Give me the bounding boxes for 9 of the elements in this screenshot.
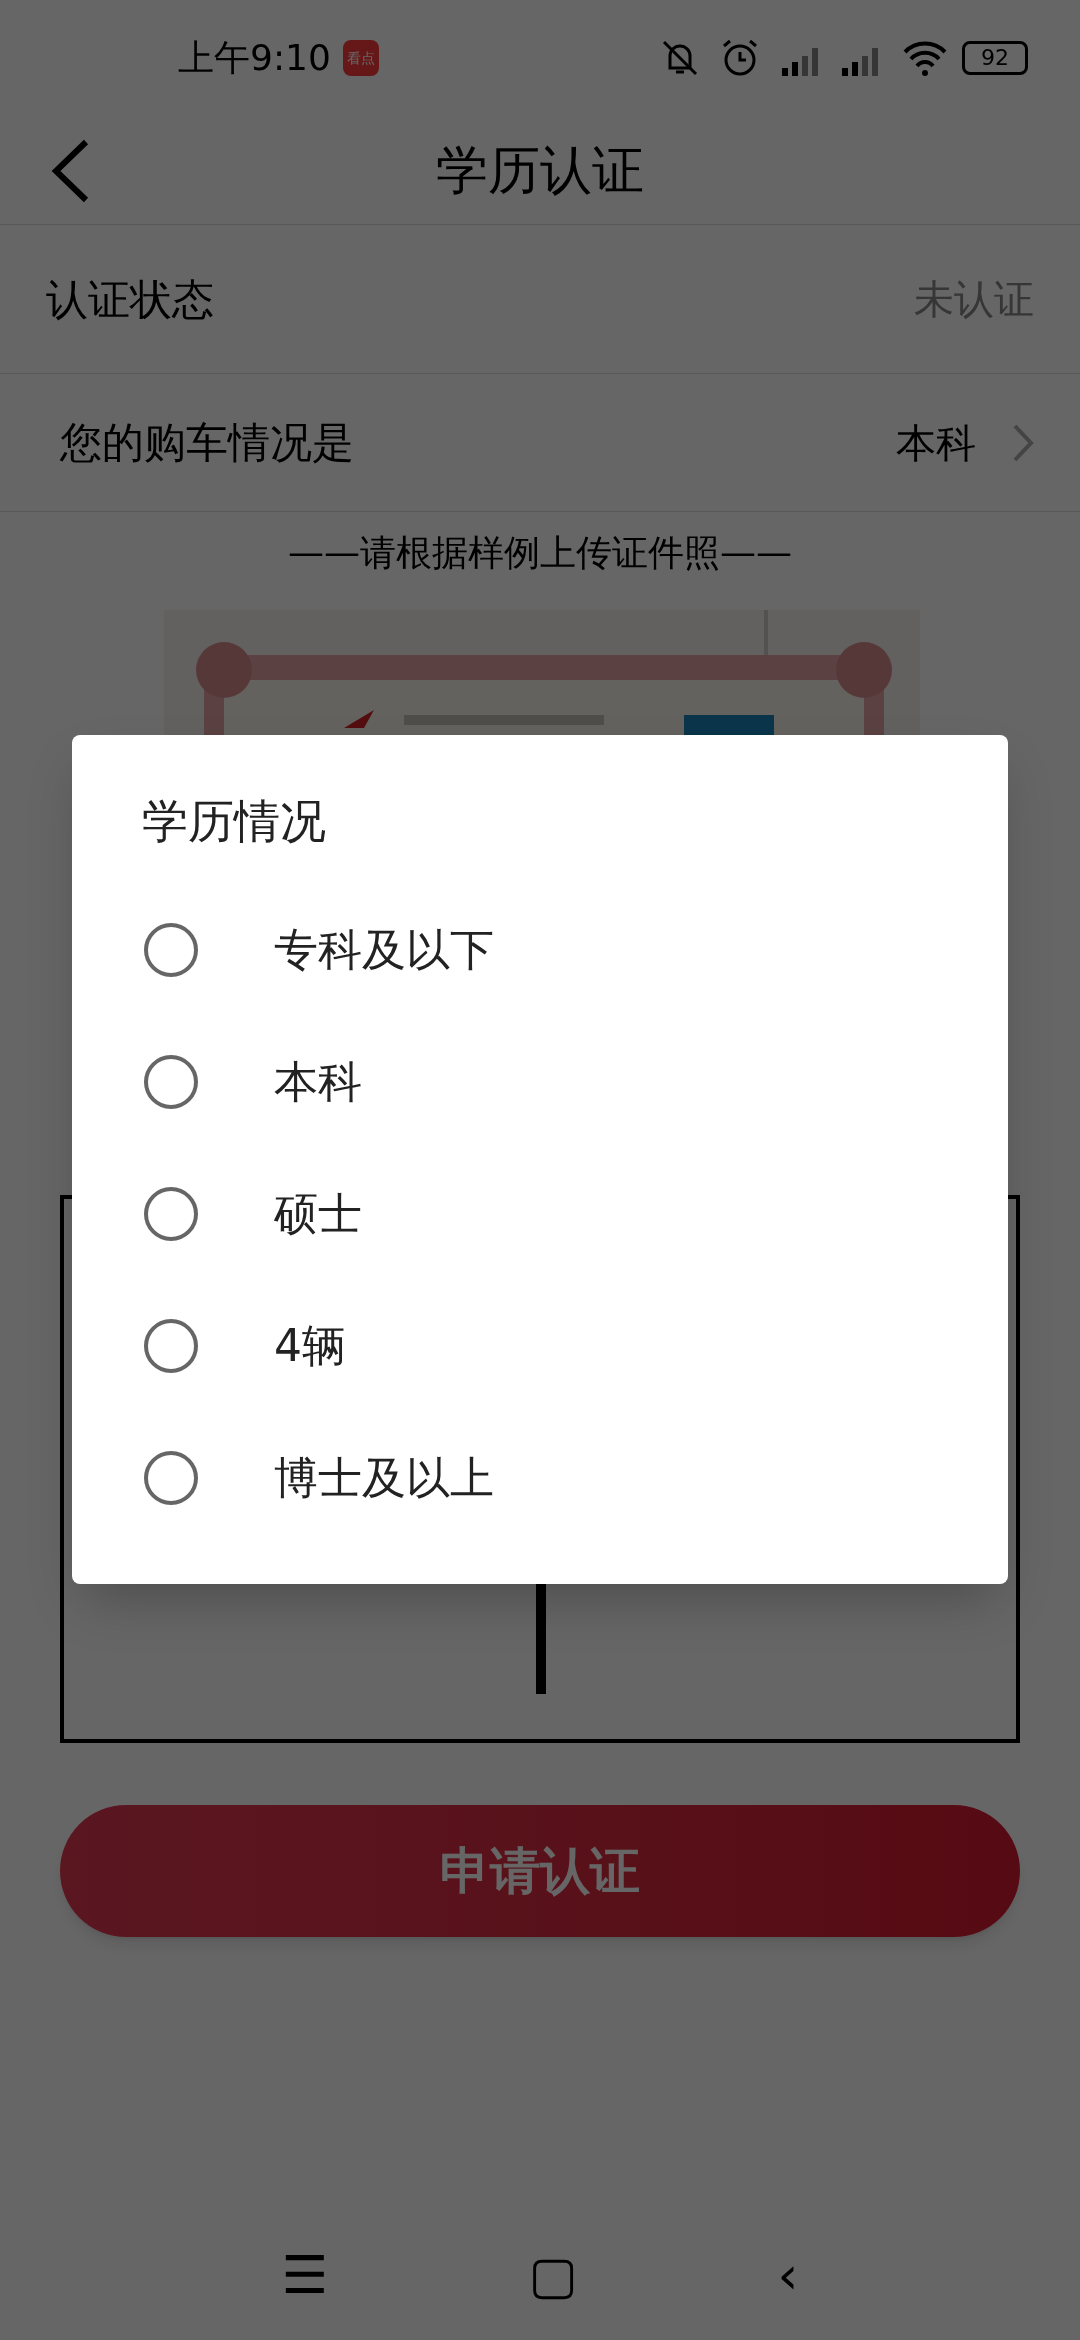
app-badge-icon: 看点	[342, 40, 379, 76]
page-title: 学历认证	[436, 139, 644, 202]
battery-icon: 92	[962, 41, 1028, 75]
row-value: 本科	[896, 418, 976, 468]
status-time: 上午9:10	[178, 36, 331, 80]
dialog-title: 学历情况	[141, 793, 327, 850]
row-label: 认证状态	[46, 273, 215, 326]
instruction-text: ——请根据样例上传证件照——	[288, 531, 792, 575]
row-label: 您的购车情况是	[60, 417, 355, 469]
